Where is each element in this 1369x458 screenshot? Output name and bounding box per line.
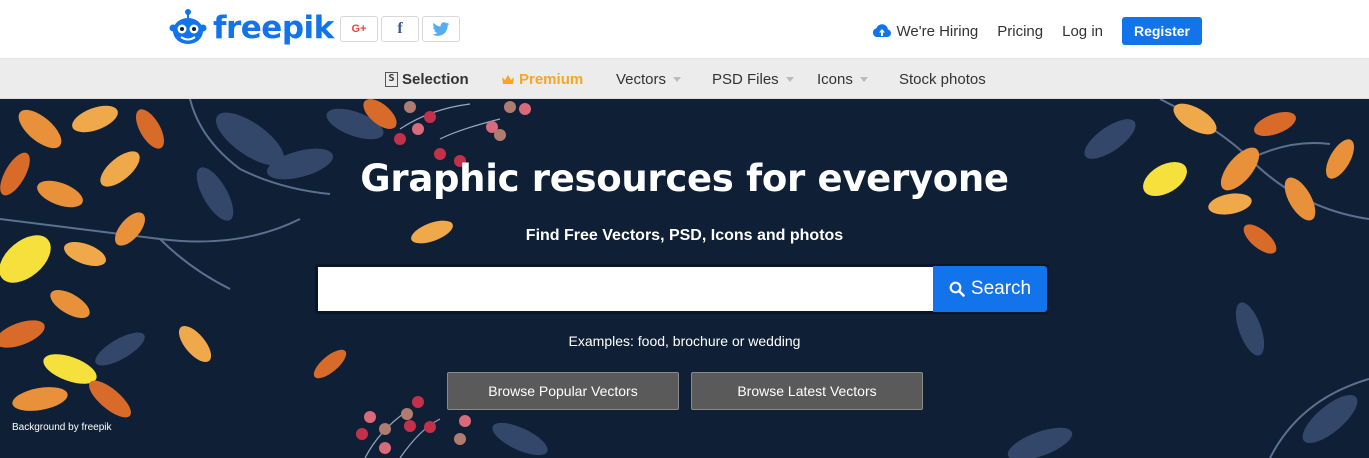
nav-item-label: Selection [402, 70, 469, 88]
top-header: freepik G+ f We're Hiring Pricing Log in… [0, 0, 1369, 58]
pricing-link[interactable]: Pricing [997, 23, 1043, 40]
nav-item-vectors[interactable]: Vectors [616, 59, 682, 99]
freepik-logo[interactable]: freepik [167, 6, 334, 50]
nav-item-icons[interactable]: Icons [817, 59, 868, 99]
search-examples: Examples: food, brochure or wedding [568, 333, 801, 349]
nav-item-label: Icons [817, 70, 853, 88]
search-button-label: Search [970, 278, 1032, 299]
nav-item-label: Vectors [616, 70, 667, 88]
background-credit[interactable]: Background by freepik [12, 422, 112, 433]
hero-subtitle: Find Free Vectors, PSD, Icons and photos [525, 227, 844, 244]
nav-item-selection[interactable]: S Selection [385, 59, 469, 99]
nav-item-label: Premium [519, 70, 584, 88]
hero-title: Graphic resources for everyone [360, 157, 1009, 200]
selection-icon: S [385, 71, 398, 87]
register-button[interactable]: Register [1122, 17, 1202, 45]
search-input[interactable] [318, 267, 933, 311]
nav-item-label: Stock photos [899, 70, 986, 88]
chevron-down-icon [785, 76, 794, 82]
nav-item-psd-files[interactable]: PSD Files [712, 59, 794, 99]
header-nav: We're Hiring Pricing Log in Register [872, 17, 1202, 45]
google-plus-icon: G+ [351, 23, 367, 35]
search-bar: Search [315, 264, 1049, 314]
twitter-button[interactable] [422, 16, 460, 42]
google-plus-button[interactable]: G+ [340, 16, 378, 42]
crown-icon [502, 74, 514, 84]
facebook-icon: f [397, 20, 403, 37]
nav-item-label: PSD Files [712, 70, 779, 88]
twitter-icon [432, 21, 450, 36]
nav-item-stock-photos[interactable]: Stock photos [899, 59, 986, 99]
cloud-upload-icon [873, 24, 892, 38]
facebook-button[interactable]: f [381, 16, 419, 42]
search-icon [949, 281, 965, 297]
login-link[interactable]: Log in [1062, 23, 1103, 40]
browse-popular-vectors-button[interactable]: Browse Popular Vectors [447, 372, 679, 410]
chevron-down-icon [859, 76, 868, 82]
chevron-down-icon [673, 76, 682, 82]
hiring-link[interactable]: We're Hiring [872, 23, 978, 40]
category-nav: S Selection Premium Vectors PSD Files Ic… [0, 58, 1369, 99]
robot-logo-icon [169, 9, 207, 44]
search-button[interactable]: Search [933, 266, 1047, 312]
hero-banner: Graphic resources for everyone Find Free… [0, 99, 1369, 458]
brand-name: freepik [213, 10, 334, 46]
nav-item-premium[interactable]: Premium [501, 59, 583, 99]
hiring-label: We're Hiring [896, 22, 979, 40]
browse-latest-vectors-button[interactable]: Browse Latest Vectors [691, 372, 923, 410]
